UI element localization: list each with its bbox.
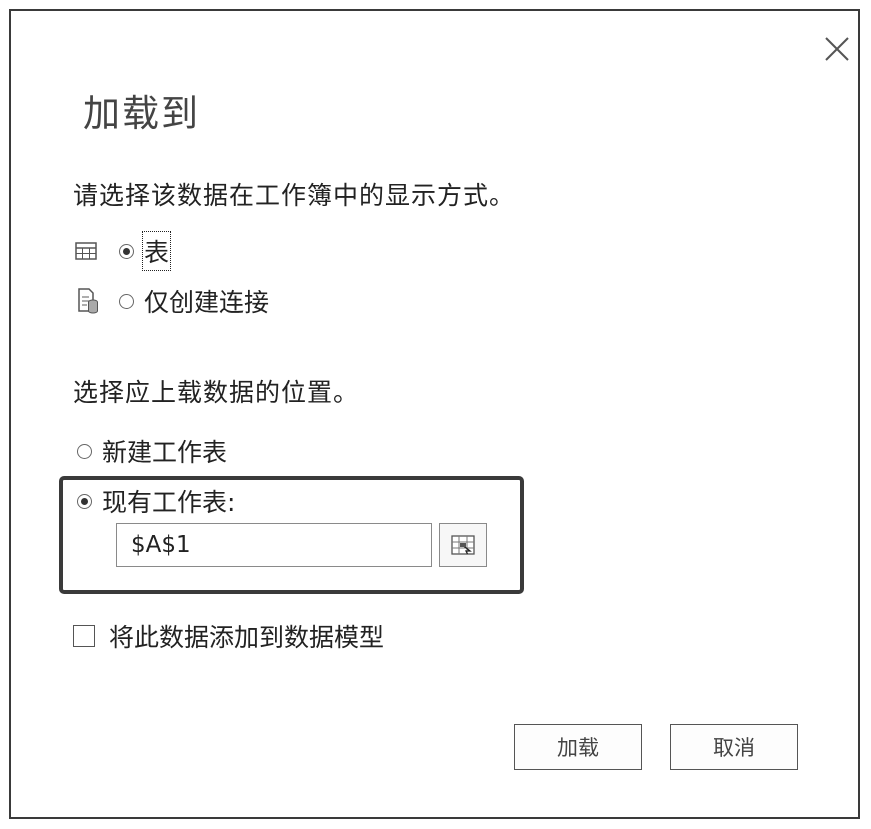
- load-to-dialog: 加载到 请选择该数据在工作簿中的显示方式。 表 仅创建连接 选择应上载数据的位置…: [9, 9, 860, 819]
- new-sheet-radio[interactable]: [77, 443, 92, 459]
- table-icon: [75, 242, 97, 260]
- display-table-label: 表: [141, 231, 172, 271]
- cancel-button[interactable]: 取消: [670, 724, 798, 770]
- close-icon: [825, 37, 849, 61]
- data-model-label: 将此数据添加到数据模型: [109, 623, 385, 652]
- new-sheet-label: 新建工作表: [102, 438, 228, 467]
- display-connection-radio[interactable]: [119, 293, 134, 309]
- dialog-title: 加载到: [83, 92, 200, 135]
- connection-icon: [78, 288, 98, 314]
- existing-sheet-label: 现有工作表:: [102, 488, 236, 517]
- close-button[interactable]: [821, 33, 853, 65]
- display-section-label: 请选择该数据在工作簿中的显示方式。: [73, 181, 516, 210]
- range-input[interactable]: [116, 523, 432, 567]
- location-section-label: 选择应上载数据的位置。: [73, 378, 360, 407]
- location-option-new-sheet[interactable]: 新建工作表: [77, 433, 227, 469]
- display-option-table[interactable]: 表: [75, 231, 172, 271]
- range-select-icon: [451, 535, 475, 555]
- display-connection-label: 仅创建连接: [144, 288, 270, 317]
- range-picker-button[interactable]: [439, 523, 487, 567]
- data-model-checkbox[interactable]: [73, 625, 95, 647]
- display-table-radio[interactable]: [119, 243, 134, 259]
- load-button[interactable]: 加载: [514, 724, 642, 770]
- display-option-connection[interactable]: 仅创建连接: [77, 283, 269, 319]
- existing-sheet-radio[interactable]: [77, 493, 92, 509]
- data-model-option[interactable]: 将此数据添加到数据模型: [73, 618, 384, 654]
- location-option-existing-sheet[interactable]: 现有工作表:: [77, 483, 235, 519]
